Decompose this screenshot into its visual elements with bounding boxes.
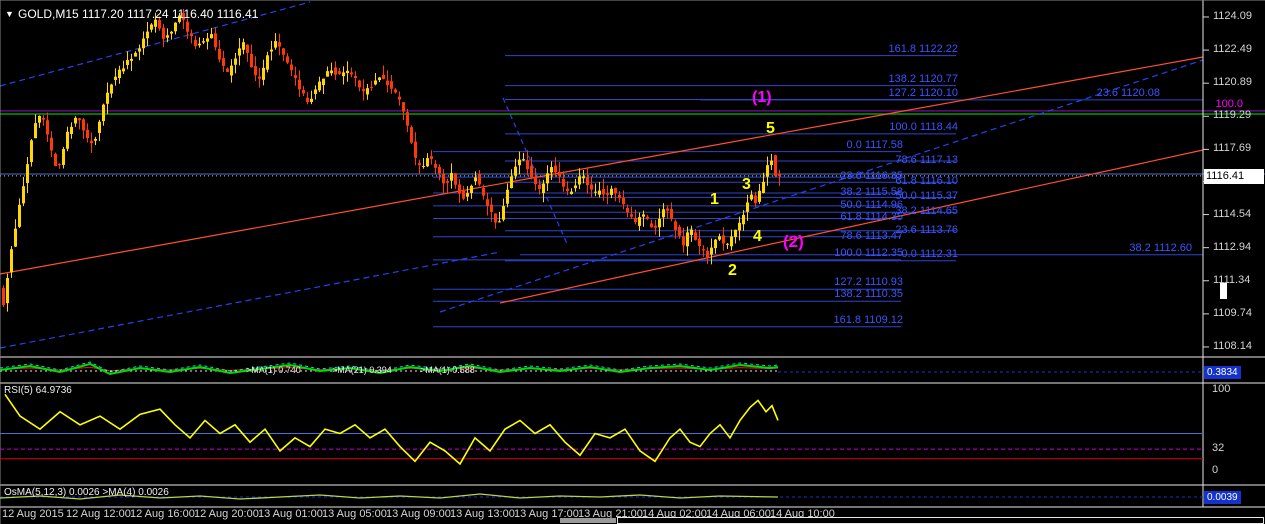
chart-window: 161.8 1122.22 138.2 1120.77 127.2 1120.10 1… <box>0 0 1265 524</box>
rsi-line <box>4 393 779 466</box>
symbol-ohlc-title: GOLD,M15 1117.20 1117.24 1116.40 1116.41 <box>18 7 259 21</box>
band-value-box: 0.3834 <box>1204 366 1241 379</box>
trend-line <box>439 59 1204 313</box>
osma-indicator-label: OsMA(5,12,3) 0.0026 >MA(4) 0.0026 <box>4 487 169 498</box>
horizontal-scrollbar-track[interactable] <box>617 517 1264 524</box>
rsi-indicator-label: RSI(5) 64.9736 <box>4 385 72 396</box>
chevron-down-icon[interactable]: ▼ <box>5 10 14 19</box>
trend-line <box>499 149 1204 304</box>
horizontal-scrollbar-thumb[interactable] <box>560 518 616 523</box>
chart-canvas[interactable] <box>0 0 1265 524</box>
trend-line <box>0 251 501 349</box>
trend-line <box>0 56 1204 275</box>
osma-value-box: 0.0039 <box>1204 491 1241 504</box>
current-price-box: 1116.41 <box>1204 169 1264 185</box>
price-axis-marker <box>1220 283 1227 299</box>
